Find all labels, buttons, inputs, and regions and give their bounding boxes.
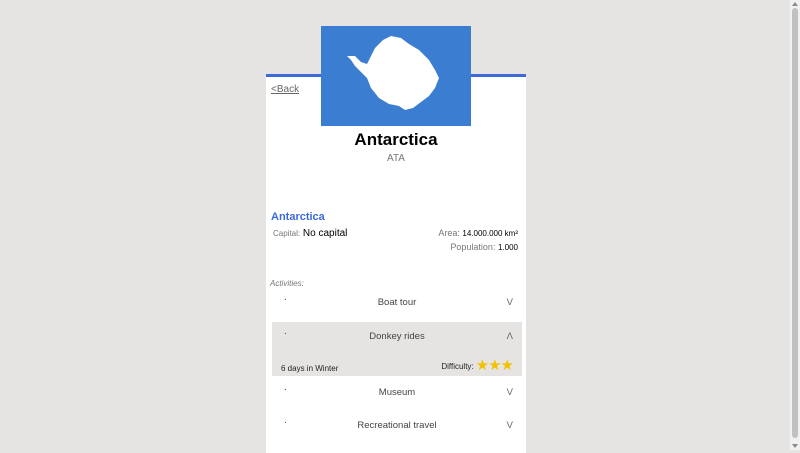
activity-item-museum[interactable]: . Museum V: [272, 378, 522, 408]
chevron-down-icon[interactable]: V: [507, 387, 513, 398]
antarctica-flag-icon: [321, 26, 471, 126]
chevron-up-icon[interactable]: Λ: [507, 331, 513, 342]
scroll-up-icon[interactable]: [792, 2, 798, 6]
activity-name: Boat tour: [377, 297, 417, 308]
chevron-down-icon[interactable]: V: [507, 420, 513, 431]
capital-label: Capital:: [273, 229, 301, 238]
section-title: Antarctica: [271, 211, 325, 223]
activity-details: 6 days in Winter: [281, 364, 339, 373]
country-code: ATA: [387, 153, 405, 164]
activity-item-boat-tour[interactable]: . Boat tour V: [272, 288, 522, 318]
population-info: Population: 1.000: [450, 242, 518, 252]
capital-value: No capital: [302, 228, 348, 239]
back-link[interactable]: <Back: [271, 84, 299, 95]
activity-name: Museum: [378, 387, 416, 398]
difficulty-label: Difficulty:: [441, 361, 474, 371]
activity-name: Recreational travel: [357, 420, 437, 431]
vertical-scrollbar[interactable]: [790, 0, 800, 450]
activity-name: Donkey rides: [369, 331, 425, 342]
activity-item-donkey-rides[interactable]: . Donkey rides Λ 6 days in Winter Diffic…: [272, 322, 522, 376]
activity-item-recreational-travel[interactable]: . Recreational travel V: [272, 411, 522, 441]
area-value: 14.000.000 km²: [462, 229, 518, 238]
population-label: Population:: [450, 242, 496, 252]
chevron-down-icon[interactable]: V: [507, 297, 513, 308]
capital-info: Capital: No capital: [273, 228, 347, 239]
scroll-down-icon[interactable]: [792, 444, 798, 448]
country-name: Antarctica: [354, 130, 438, 149]
area-label: Area:: [438, 228, 460, 238]
area-info: Area: 14.000.000 km²: [438, 228, 518, 238]
population-value: 1.000: [497, 243, 518, 252]
star-rating-icon: ★★★: [475, 357, 514, 374]
activities-label: Activities:: [270, 279, 304, 288]
activity-difficulty: Difficulty: ★★★: [441, 357, 514, 374]
scrollbar-thumb[interactable]: [792, 8, 798, 438]
